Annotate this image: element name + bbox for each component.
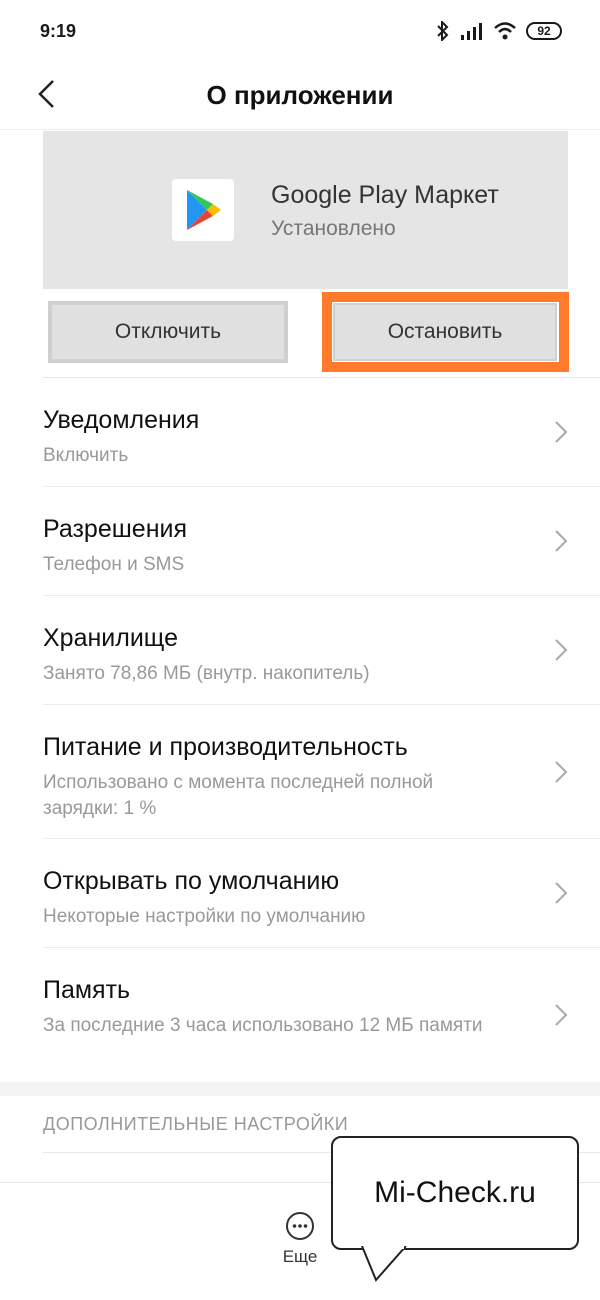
list-item-permissions[interactable]: Разрешения Телефон и SMS xyxy=(43,487,600,596)
watermark-text: Mi-Check.ru xyxy=(374,1176,536,1209)
item-title: Хранилище xyxy=(43,624,178,652)
chevron-right-icon xyxy=(555,530,568,552)
back-button[interactable] xyxy=(36,74,68,114)
item-subtitle: Телефон и SMS xyxy=(43,554,185,575)
item-title: Разрешения xyxy=(43,515,188,543)
chevron-right-icon xyxy=(555,421,568,443)
page-title: О приложении xyxy=(206,80,394,110)
battery-icon: 92 xyxy=(526,22,562,40)
status-time: 9:19 xyxy=(40,20,77,41)
chevron-right-icon xyxy=(555,639,568,661)
item-subtitle: Включить xyxy=(43,445,129,466)
item-title: Открывать по умолчанию xyxy=(43,867,340,895)
app-name: Google Play Маркет xyxy=(271,181,499,209)
watermark-bubble: Mi-Check.ru xyxy=(331,1136,579,1250)
more-icon xyxy=(286,1212,314,1240)
app-status: Установлено xyxy=(271,217,396,240)
chevron-right-icon xyxy=(555,882,568,904)
more-label: Еще xyxy=(282,1247,318,1266)
action-buttons: Отключить Остановить xyxy=(0,292,600,372)
back-arrow-icon xyxy=(38,80,54,108)
bluetooth-icon xyxy=(437,21,449,41)
status-icons: 92 xyxy=(436,21,562,41)
section-separator xyxy=(0,1082,600,1096)
status-bar: 9:19 92 xyxy=(0,0,600,62)
item-subtitle: Некоторые настройки по умолчанию xyxy=(43,906,366,927)
header: О приложении xyxy=(0,62,600,130)
list-item-memory[interactable]: Память За последние 3 часа использовано … xyxy=(43,948,600,1082)
item-subtitle: Использовано с момента последней полной … xyxy=(43,772,434,819)
section-title: ДОПОЛНИТЕЛЬНЫЕ НАСТРОЙКИ xyxy=(43,1114,349,1134)
list-item-open-by-default[interactable]: Открывать по умолчанию Некоторые настрой… xyxy=(43,839,600,948)
disable-button[interactable]: Отключить xyxy=(50,303,286,361)
item-title: Питание и производительность xyxy=(43,733,408,761)
stop-button[interactable]: Остановить xyxy=(333,303,557,361)
more-button[interactable]: Еще xyxy=(270,1211,330,1267)
google-play-icon xyxy=(187,190,221,230)
list-item-storage[interactable]: Хранилище Занято 78,86 МБ (внутр. накопи… xyxy=(43,596,600,705)
item-title: Память xyxy=(43,976,131,1004)
wifi-icon xyxy=(494,22,516,40)
bubble-tail xyxy=(361,1246,407,1282)
chevron-right-icon xyxy=(555,760,568,783)
item-title: Уведомления xyxy=(43,406,200,434)
signal-icon xyxy=(461,23,482,40)
chevron-right-icon xyxy=(555,1004,568,1026)
list-item-battery[interactable]: Питание и производительность Использован… xyxy=(43,705,600,839)
settings-list: Уведомления Включить Разрешения Телефон … xyxy=(0,378,600,1082)
list-item-notifications[interactable]: Уведомления Включить xyxy=(43,378,600,487)
item-subtitle: За последние 3 часа использовано 12 МБ п… xyxy=(43,1015,483,1036)
app-icon xyxy=(172,179,234,241)
app-info-card: Google Play Маркет Установлено xyxy=(43,131,568,289)
item-subtitle: Занято 78,86 МБ (внутр. накопитель) xyxy=(43,663,370,684)
